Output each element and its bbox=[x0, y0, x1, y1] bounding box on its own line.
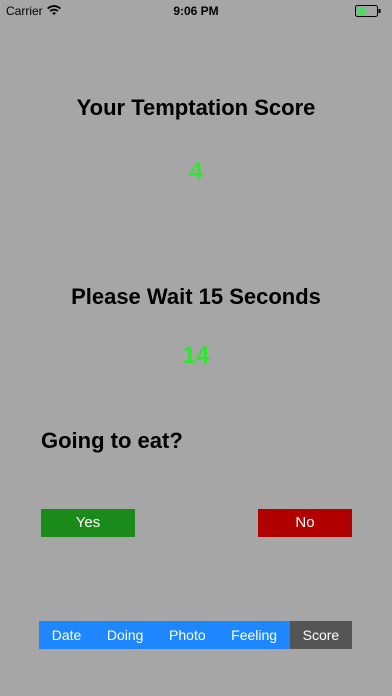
yes-button[interactable]: Yes bbox=[41, 509, 135, 537]
no-button[interactable]: No bbox=[258, 509, 352, 537]
going-to-eat-question: Going to eat? bbox=[41, 428, 183, 453]
tab-feeling[interactable]: Feeling bbox=[218, 621, 290, 649]
status-time: 9:06 PM bbox=[173, 4, 219, 18]
tab-bar: Date Doing Photo Feeling Score bbox=[39, 621, 352, 649]
temptation-score-title: Your Temptation Score bbox=[76, 95, 316, 120]
battery-icon bbox=[355, 5, 381, 17]
temptation-score-value: 4 bbox=[189, 158, 203, 185]
wait-title: Please Wait 15 Seconds bbox=[71, 284, 321, 309]
tab-photo[interactable]: Photo bbox=[156, 621, 219, 649]
status-bar: Carrier 9:06 PM bbox=[0, 0, 392, 22]
countdown-value: 14 bbox=[182, 342, 210, 369]
tab-doing[interactable]: Doing bbox=[94, 621, 157, 649]
tab-score[interactable]: Score bbox=[289, 621, 352, 649]
tab-date[interactable]: Date bbox=[39, 621, 95, 649]
